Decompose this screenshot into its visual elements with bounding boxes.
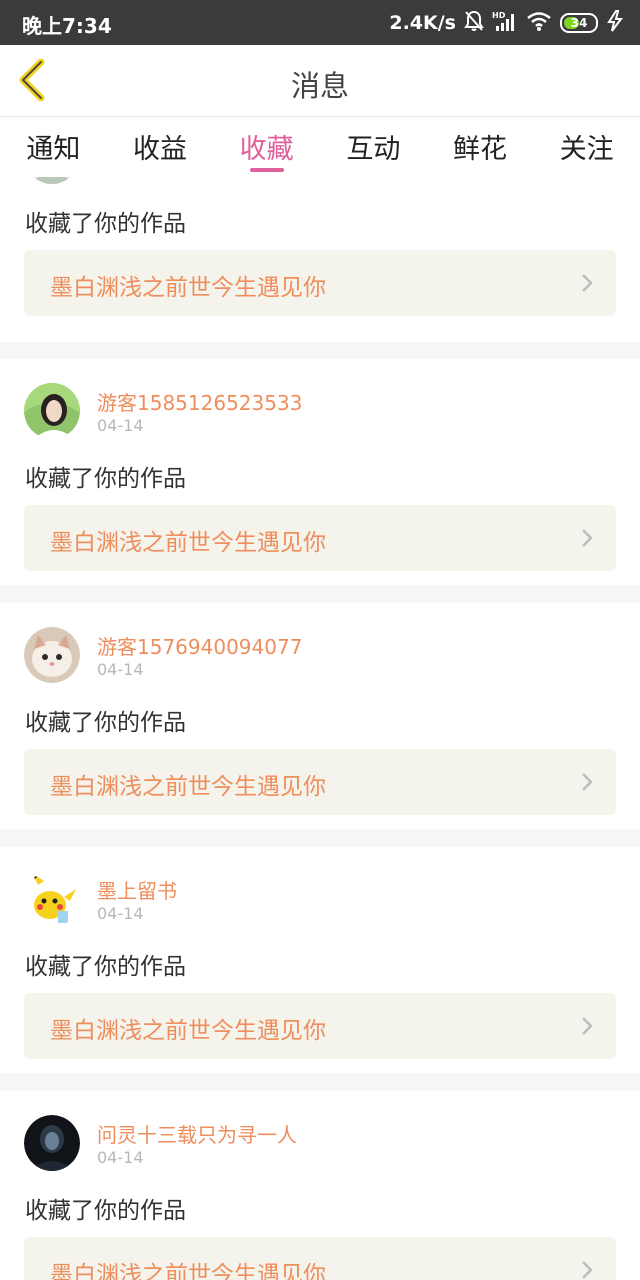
tab-favorites[interactable]: 收藏	[213, 117, 320, 177]
tab-label: 收藏	[239, 134, 294, 165]
tab-flowers[interactable]: 鲜花	[427, 117, 534, 177]
status-indicators: 2.4K/s HD 34	[389, 9, 624, 37]
user-name[interactable]: 游客1576940094077	[97, 631, 302, 660]
chevron-right-icon	[582, 1261, 593, 1279]
message-date: 04-14	[97, 660, 144, 679]
user-name[interactable]: 墨上留书	[97, 875, 177, 904]
tab-label: 关注	[559, 134, 614, 165]
battery-icon: 34	[560, 13, 598, 33]
list-item: 墨上留书 04-14 收藏了你的作品 墨白渊浅之前世今生遇见你	[0, 847, 640, 1073]
work-title: 墨白渊浅之前世今生遇见你	[50, 1262, 326, 1280]
chevron-right-icon	[582, 529, 593, 547]
avatar[interactable]	[24, 627, 80, 683]
tab-notifications[interactable]: 通知	[0, 117, 107, 177]
tab-following[interactable]: 关注	[533, 117, 640, 177]
avatar[interactable]	[24, 1115, 80, 1171]
message-action: 收藏了你的作品	[25, 710, 186, 736]
message-date: 04-14	[97, 904, 144, 923]
work-link[interactable]: 墨白渊浅之前世今生遇见你	[24, 250, 616, 316]
svg-text:HD: HD	[492, 11, 506, 20]
page-title: 消息	[290, 69, 349, 103]
message-action: 收藏了你的作品	[25, 211, 186, 237]
charging-icon	[606, 9, 624, 37]
work-title: 墨白渊浅之前世今生遇见你	[50, 275, 326, 301]
tab-label: 互动	[346, 134, 401, 165]
user-name[interactable]: 问灵十三载只为寻一人	[97, 1119, 297, 1148]
net-speed: 2.4K/s	[389, 12, 456, 34]
avatar[interactable]	[24, 177, 80, 184]
tab-earnings[interactable]: 收益	[107, 117, 214, 177]
work-title: 墨白渊浅之前世今生遇见你	[50, 530, 326, 556]
status-bar: 晚上7:34 2.4K/s HD 34	[0, 0, 640, 45]
work-title: 墨白渊浅之前世今生遇见你	[50, 1018, 326, 1044]
message-action: 收藏了你的作品	[25, 1198, 186, 1224]
list-item: 问灵十三载只为寻一人 04-14 收藏了你的作品 墨白渊浅之前世今生遇见你	[0, 1091, 640, 1280]
tab-label: 通知	[26, 134, 81, 165]
list-item: 游客1576940094077 04-14 收藏了你的作品 墨白渊浅之前世今生遇…	[0, 603, 640, 829]
signal-icon: HD	[492, 10, 518, 37]
list-item: 游客1585126523533 04-14 收藏了你的作品 墨白渊浅之前世今生遇…	[0, 359, 640, 585]
message-action: 收藏了你的作品	[25, 954, 186, 980]
tab-label: 鲜花	[453, 134, 508, 165]
status-time: 晚上7:34	[22, 14, 112, 38]
chevron-right-icon	[582, 1017, 593, 1035]
tab-interactions[interactable]: 互动	[320, 117, 427, 177]
battery-level: 34	[570, 16, 588, 30]
list-item: 04-14 收藏了你的作品 墨白渊浅之前世今生遇见你	[0, 177, 640, 342]
message-date: 04-14	[97, 416, 144, 435]
message-date: 04-14	[97, 177, 144, 180]
chevron-right-icon	[582, 773, 593, 791]
message-list[interactable]: 04-14 收藏了你的作品 墨白渊浅之前世今生遇见你 游客15851265235…	[0, 177, 640, 1280]
work-link[interactable]: 墨白渊浅之前世今生遇见你	[24, 505, 616, 571]
user-name[interactable]: 游客1585126523533	[97, 387, 302, 416]
avatar[interactable]	[24, 383, 80, 439]
message-date: 04-14	[97, 1148, 144, 1167]
work-link[interactable]: 墨白渊浅之前世今生遇见你	[24, 993, 616, 1059]
message-action: 收藏了你的作品	[25, 466, 186, 492]
app-header: 消息	[0, 45, 640, 117]
tab-bar: 通知 收益 收藏 互动 鲜花 关注	[0, 117, 640, 177]
active-tab-indicator	[249, 168, 284, 172]
work-link[interactable]: 墨白渊浅之前世今生遇见你	[24, 749, 616, 815]
work-title: 墨白渊浅之前世今生遇见你	[50, 774, 326, 800]
tab-label: 收益	[133, 134, 187, 165]
avatar[interactable]	[24, 871, 80, 927]
work-link[interactable]: 墨白渊浅之前世今生遇见你	[24, 1237, 616, 1280]
chevron-right-icon	[582, 274, 593, 292]
wifi-icon	[526, 10, 552, 37]
mute-bell-icon	[464, 10, 484, 37]
